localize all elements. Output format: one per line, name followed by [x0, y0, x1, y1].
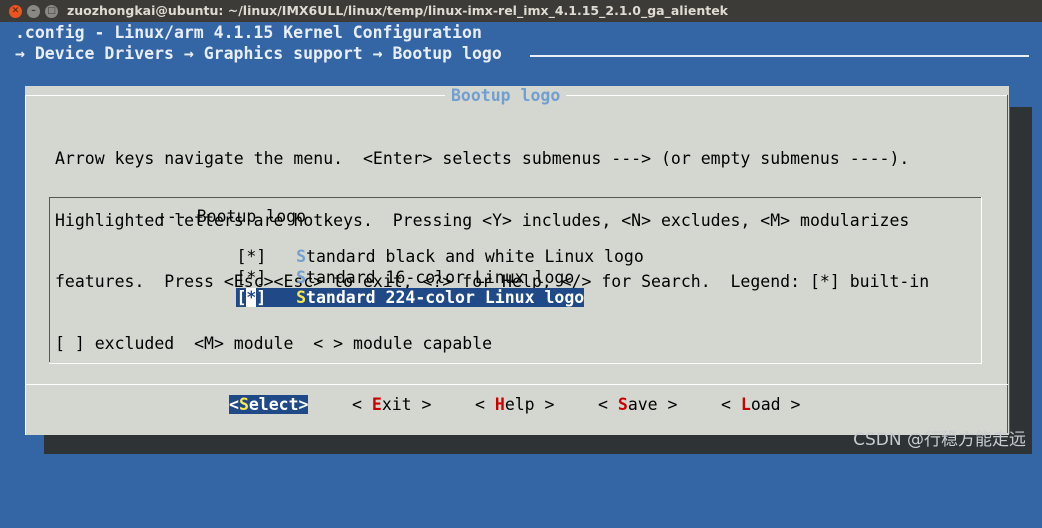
menu-list[interactable]: --- Bootup logo [*] Standard black and w…	[49, 197, 982, 364]
exit-button[interactable]: < Exit >	[352, 395, 432, 414]
menu-border-left	[49, 197, 50, 362]
load-button[interactable]: < Load >	[721, 395, 801, 414]
menu-border-top	[49, 197, 982, 198]
window-title: zuozhongkai@ubuntu: ~/linux/IMX6ULL/linu…	[67, 3, 728, 18]
config-title: .config - Linux/arm 4.1.15 Kernel Config…	[15, 23, 482, 42]
text-cursor: *	[246, 288, 257, 307]
minimize-icon[interactable]: –	[27, 5, 40, 18]
maximize-icon[interactable]: □	[45, 5, 58, 18]
terminal-area[interactable]: .config - Linux/arm 4.1.15 Kernel Config…	[0, 22, 1042, 458]
dialog-shadow-right	[1010, 107, 1032, 454]
menu-item-224-color-logo[interactable]: [*] Standard 224-color Linux logo	[157, 269, 585, 326]
close-icon[interactable]: ✕	[9, 5, 22, 18]
breadcrumb-rule	[530, 55, 1029, 57]
menu-border-right	[981, 197, 982, 364]
button-bar: <Select> < Exit > < Help > < Save > < Lo…	[229, 395, 801, 528]
breadcrumb: → Device Drivers → Graphics support → Bo…	[15, 44, 502, 63]
help-button[interactable]: < Help >	[475, 395, 555, 414]
select-button[interactable]: <Select>	[229, 395, 309, 414]
menu-border-bottom	[49, 363, 982, 364]
checkbox[interactable]: [*]	[236, 288, 266, 307]
watermark: CSDN @行稳方能走远	[853, 430, 1026, 450]
dialog-title: Bootup logo	[445, 86, 567, 105]
menu-header-item: --- Bootup logo	[157, 207, 307, 226]
dialog-border-right	[1007, 95, 1008, 433]
menu-item-label: tandard 224-color Linux logo	[306, 288, 585, 307]
hotkey: S	[296, 288, 307, 307]
window-titlebar: ✕ – □ zuozhongkai@ubuntu: ~/linux/IMX6UL…	[0, 0, 1042, 22]
save-button[interactable]: < Save >	[598, 395, 678, 414]
help-line: Arrow keys navigate the menu. <Enter> se…	[55, 149, 910, 168]
button-separator	[25, 384, 1008, 385]
menuconfig-dialog: Bootup logo Arrow keys navigate the menu…	[25, 86, 1009, 435]
